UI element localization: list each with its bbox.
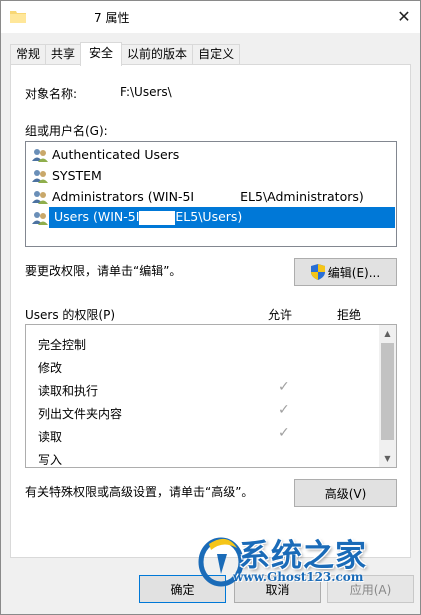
security-panel: 对象名称: F:\Users\ 组或用户名(G): Authenticated … xyxy=(10,64,411,558)
permission-name: 读取 xyxy=(38,430,63,444)
window-title: 7 属性 xyxy=(94,11,130,25)
user-name: Users (WIN-5I EL5\Users) xyxy=(52,208,246,227)
close-icon: ✕ xyxy=(397,6,411,26)
edit-button-label: 编辑(E)... xyxy=(327,265,381,280)
list-item[interactable]: SYSTEM xyxy=(27,165,102,186)
object-name-label: 对象名称: xyxy=(25,87,78,101)
users-group-icon xyxy=(32,148,48,162)
allow-check-icon: ✓ xyxy=(278,379,290,395)
allow-check-icon: ✓ xyxy=(278,402,290,418)
users-group-icon xyxy=(32,190,48,204)
scroll-thumb[interactable] xyxy=(381,343,394,440)
user-name-prefix: Administrators (WIN-5I xyxy=(52,189,195,204)
list-item[interactable]: Authenticated Users xyxy=(27,144,179,165)
user-name-suffix: EL5\Users) xyxy=(175,209,243,225)
tab-security[interactable]: 安全 xyxy=(80,42,123,66)
permission-name: 修改 xyxy=(38,361,63,375)
tab-previous-versions[interactable]: 以前的版本 xyxy=(121,44,194,65)
title-bar[interactable]: 7 属性 ✕ xyxy=(1,1,420,33)
tab-customize[interactable]: 自定义 xyxy=(192,44,241,65)
permission-row: 读取和执行 ✓ xyxy=(36,378,376,401)
ok-button-label: 确定 xyxy=(170,582,195,597)
list-item-selected[interactable]: Users (WIN-5I EL5\Users) xyxy=(27,207,395,228)
close-button[interactable]: ✕ xyxy=(388,1,420,31)
permission-name: 完全控制 xyxy=(38,338,87,352)
edit-button[interactable]: 编辑(E)... xyxy=(294,258,397,286)
users-list[interactable]: Authenticated Users SYSTEM Administrator… xyxy=(25,141,397,247)
allow-header: 允许 xyxy=(268,308,293,322)
uac-shield-icon xyxy=(310,264,325,280)
list-item[interactable]: Administrators (WIN-5I EL5\Administrators… xyxy=(27,186,364,207)
permission-row: 完全控制 xyxy=(36,332,376,355)
permission-name: 读取和执行 xyxy=(38,384,99,398)
cancel-button[interactable]: 取消 xyxy=(234,575,321,603)
user-name-prefix: Users (WIN-5I xyxy=(54,209,140,225)
object-name-value: F:\Users\ xyxy=(120,85,172,99)
users-group-icon xyxy=(32,211,48,225)
cancel-button-label: 取消 xyxy=(265,582,290,597)
permissions-label: Users 的权限(P) xyxy=(25,308,116,322)
chevron-down-icon: ▼ xyxy=(384,454,391,463)
change-permissions-hint: 要更改权限，请单击“编辑”。 xyxy=(25,264,182,278)
advanced-hint: 有关特殊权限或高级设置，请单击“高级”。 xyxy=(25,485,254,499)
permission-row: 修改 xyxy=(36,355,376,378)
title-redacted xyxy=(32,10,94,24)
scroll-up-button[interactable]: ▲ xyxy=(379,325,396,342)
tab-strip: 常规 共享 安全 以前的版本 自定义 xyxy=(10,42,241,66)
properties-dialog: 7 属性 ✕ 常规 共享 安全 以前的版本 自定义 对象名称: F:\Users… xyxy=(0,0,421,615)
folder-icon xyxy=(10,11,26,23)
scroll-down-button[interactable]: ▼ xyxy=(379,450,396,467)
permissions-list[interactable]: 完全控制 修改 读取和执行 ✓ 列出文件夹内容 ✓ 读取 ✓ 写入 ▲ ▼ xyxy=(25,324,397,468)
redacted-block xyxy=(139,210,176,225)
advanced-button-label: 高级(V) xyxy=(324,486,367,501)
permission-name: 写入 xyxy=(38,453,63,467)
user-name: Authenticated Users xyxy=(52,147,180,162)
user-name-suffix: EL5\Administrators) xyxy=(240,189,364,204)
allow-check-icon: ✓ xyxy=(278,425,290,441)
permission-name: 列出文件夹内容 xyxy=(38,407,123,421)
user-name: SYSTEM xyxy=(52,168,102,183)
permission-row: 列出文件夹内容 ✓ xyxy=(36,401,376,424)
apply-button-label: 应用(A) xyxy=(349,582,392,597)
group-users-label: 组或用户名(G): xyxy=(25,124,108,138)
tab-general[interactable]: 常规 xyxy=(10,44,47,65)
user-name: Administrators (WIN-5I EL5\Administrators… xyxy=(52,189,364,204)
ok-button[interactable]: 确定 xyxy=(139,575,226,603)
advanced-button[interactable]: 高级(V) xyxy=(294,479,397,507)
tab-sharing[interactable]: 共享 xyxy=(45,44,82,65)
permission-row: 读取 ✓ xyxy=(36,424,376,447)
chevron-up-icon: ▲ xyxy=(384,329,391,338)
permission-row: 写入 xyxy=(36,447,376,470)
users-group-icon xyxy=(32,169,48,183)
deny-header: 拒绝 xyxy=(337,308,362,322)
apply-button[interactable]: 应用(A) xyxy=(327,575,414,603)
permissions-scrollbar[interactable]: ▲ ▼ xyxy=(379,325,396,467)
